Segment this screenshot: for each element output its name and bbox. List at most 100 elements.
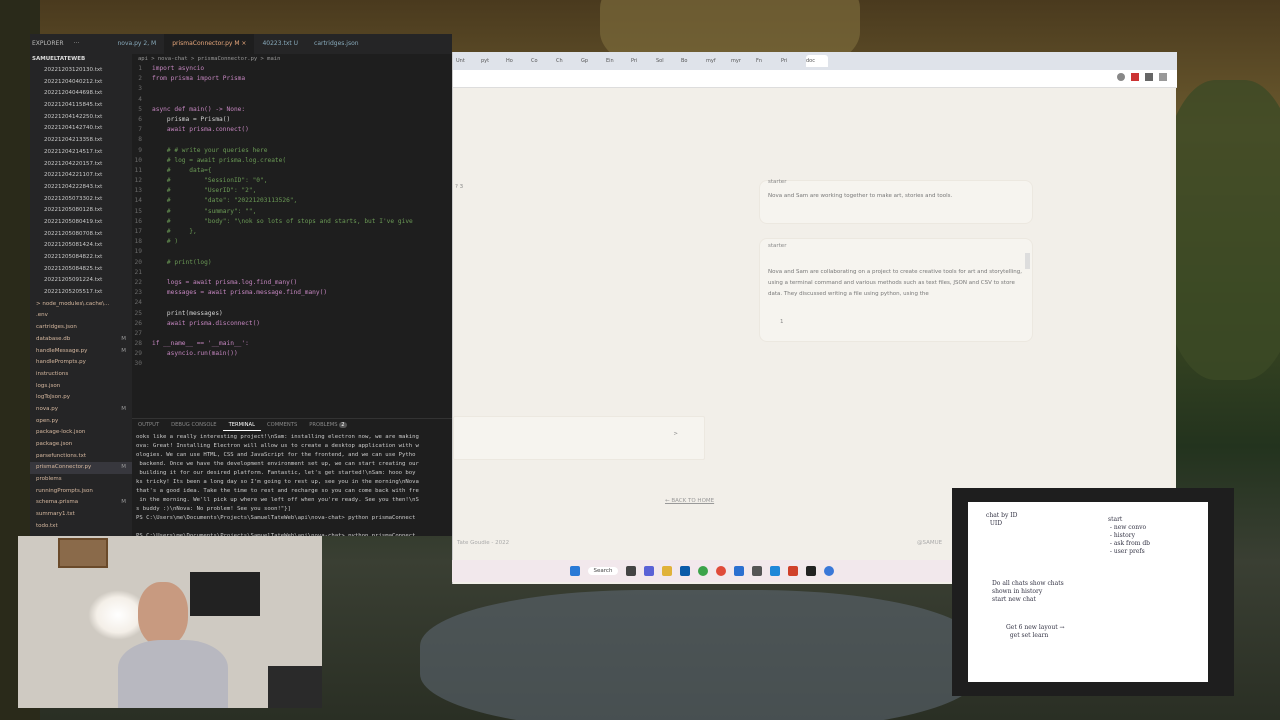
- browser-tab[interactable]: Sol: [656, 55, 678, 67]
- shield-icon[interactable]: [824, 566, 835, 576]
- chat-input[interactable]: >: [453, 416, 705, 460]
- file-item[interactable]: prismaConnector.py M: [30, 462, 132, 475]
- file-item[interactable]: > node_modules\.cache\...: [30, 299, 132, 311]
- tab-problems[interactable]: PROBLEMS 2: [303, 419, 352, 431]
- obs-icon[interactable]: [806, 566, 817, 576]
- file-item[interactable]: logToJson.py: [30, 392, 132, 404]
- send-icon[interactable]: >: [673, 431, 678, 437]
- file-item[interactable]: 20221204040212.txt: [30, 77, 132, 89]
- profile-icon[interactable]: [1117, 73, 1125, 81]
- browser-tab[interactable]: myf: [706, 55, 728, 67]
- monitor: [190, 572, 260, 616]
- file-item[interactable]: 20221205081424.txt: [30, 240, 132, 252]
- browser-tab[interactable]: Pri: [781, 55, 803, 67]
- file-item[interactable]: 20221205205517.txt: [30, 287, 132, 299]
- menu-icon[interactable]: [1159, 73, 1167, 81]
- file-item[interactable]: 20221204220157.txt: [30, 159, 132, 171]
- file-item[interactable]: 20221204222843.txt: [30, 182, 132, 194]
- file-item[interactable]: 20221205073302.txt: [30, 194, 132, 206]
- tab-40223-txt[interactable]: 40223.txt U: [254, 34, 306, 54]
- note-footer: Get 6 new layout → get set learn: [1006, 624, 1065, 639]
- file-item[interactable]: cartridges.json: [30, 322, 132, 334]
- file-item[interactable]: schema.prisma M: [30, 497, 132, 509]
- puzzle-icon[interactable]: [1145, 73, 1153, 81]
- tab-prisma-connector[interactable]: prismaConnector.py M ×: [164, 34, 255, 54]
- vscode-icon[interactable]: [770, 566, 781, 576]
- file-item[interactable]: 20221203120130.txt: [30, 65, 132, 77]
- breadcrumb[interactable]: api > nova-chat > prismaConnector.py > m…: [132, 54, 452, 64]
- file-item[interactable]: 20221204142740.txt: [30, 123, 132, 135]
- file-item[interactable]: summary1.txt: [30, 509, 132, 521]
- extension-icon[interactable]: [1131, 73, 1139, 81]
- browser-tab[interactable]: doc: [806, 55, 828, 67]
- scrollbar[interactable]: [1025, 253, 1030, 269]
- settings-icon[interactable]: [752, 566, 763, 576]
- browser-tab[interactable]: myr: [731, 55, 753, 67]
- browser-tab[interactable]: Fn: [756, 55, 778, 67]
- start-icon[interactable]: [569, 566, 580, 576]
- note-right: start - new convo - history - ask from d…: [1108, 516, 1151, 555]
- browser-tab[interactable]: Ho: [506, 55, 528, 67]
- code-editor[interactable]: api > nova-chat > prismaConnector.py > m…: [132, 54, 452, 434]
- file-item[interactable]: 20221205084822.txt: [30, 252, 132, 264]
- word-icon[interactable]: [734, 566, 745, 576]
- browser-tab[interactable]: Co: [531, 55, 553, 67]
- taskbar-search[interactable]: Search: [587, 567, 619, 575]
- file-item[interactable]: package.json: [30, 439, 132, 451]
- file-item[interactable]: handlePrompts.py: [30, 357, 132, 369]
- file-item[interactable]: problems: [30, 474, 132, 486]
- file-item[interactable]: 20221204221107.txt: [30, 170, 132, 182]
- file-item[interactable]: 20221205084825.txt: [30, 264, 132, 276]
- file-item[interactable]: instructions: [30, 369, 132, 381]
- browser-tab[interactable]: Ein: [606, 55, 628, 67]
- app-icon[interactable]: [788, 566, 799, 576]
- line-number: 19: [134, 248, 142, 256]
- file-item[interactable]: 20221204142250.txt: [30, 112, 132, 124]
- file-item[interactable]: 20221205080128.txt: [30, 205, 132, 217]
- file-item[interactable]: 20221204214517.txt: [30, 147, 132, 159]
- tab-cartridges-json[interactable]: cartridges.json: [306, 34, 367, 54]
- chrome-icon[interactable]: [698, 566, 709, 576]
- chat-icon[interactable]: [644, 566, 655, 576]
- browser-tab[interactable]: Ch: [556, 55, 578, 67]
- terminal-output[interactable]: ooks like a really interesting project!\…: [132, 431, 452, 536]
- tab-output[interactable]: OUTPUT: [132, 419, 165, 431]
- file-item[interactable]: todo.txt: [30, 521, 132, 533]
- browser-tab[interactable]: Unt: [456, 55, 478, 67]
- file-item[interactable]: 20221205080708.txt: [30, 229, 132, 241]
- file-item[interactable]: parsefunctions.txt: [30, 451, 132, 463]
- folder-icon[interactable]: [662, 566, 673, 576]
- browser-tab[interactable]: Bo: [681, 55, 703, 67]
- file-item[interactable]: 20221204044698.txt: [30, 88, 132, 100]
- file-item[interactable]: .env: [30, 310, 132, 322]
- chrome-profile-icon[interactable]: [716, 566, 727, 576]
- browser-tab[interactable]: Gp: [581, 55, 603, 67]
- file-name: handleMessage.py: [36, 347, 88, 354]
- file-item[interactable]: runningPrompts.json: [30, 486, 132, 498]
- tab-comments[interactable]: COMMENTS: [261, 419, 303, 431]
- code-line: 5 async def main() -> None:: [132, 105, 452, 115]
- file-item[interactable]: logs.json: [30, 381, 132, 393]
- file-item[interactable]: database.db M: [30, 334, 132, 346]
- browser-tab[interactable]: pyt: [481, 55, 503, 67]
- file-item[interactable]: nova.py M: [30, 404, 132, 416]
- more-icon[interactable]: ···: [70, 40, 80, 47]
- file-item[interactable]: handleMessage.py M: [30, 346, 132, 358]
- explorer-actions[interactable]: ···: [70, 34, 110, 54]
- file-item[interactable]: 20221204213358.txt: [30, 135, 132, 147]
- file-item[interactable]: package-lock.json: [30, 427, 132, 439]
- tab-debug-console[interactable]: DEBUG CONSOLE: [165, 419, 222, 431]
- task-view-icon[interactable]: [626, 566, 637, 576]
- file-item[interactable]: 20221205091224.txt: [30, 275, 132, 287]
- file-item[interactable]: 20221204115845.txt: [30, 100, 132, 112]
- file-item[interactable]: 20221205080419.txt: [30, 217, 132, 229]
- store-icon[interactable]: [680, 566, 691, 576]
- file-name: 20221204142250.txt: [44, 113, 103, 120]
- line-number: 10: [134, 156, 142, 164]
- tab-nova-py[interactable]: nova.py 2, M: [110, 34, 165, 54]
- browser-tab[interactable]: Pri: [631, 55, 653, 67]
- file-item[interactable]: open.py: [30, 416, 132, 428]
- code-line: 14 # "date": "20221203113526",: [132, 196, 452, 206]
- back-to-home-link[interactable]: ← BACK TO HOME: [665, 498, 714, 504]
- tab-terminal[interactable]: TERMINAL: [222, 419, 261, 431]
